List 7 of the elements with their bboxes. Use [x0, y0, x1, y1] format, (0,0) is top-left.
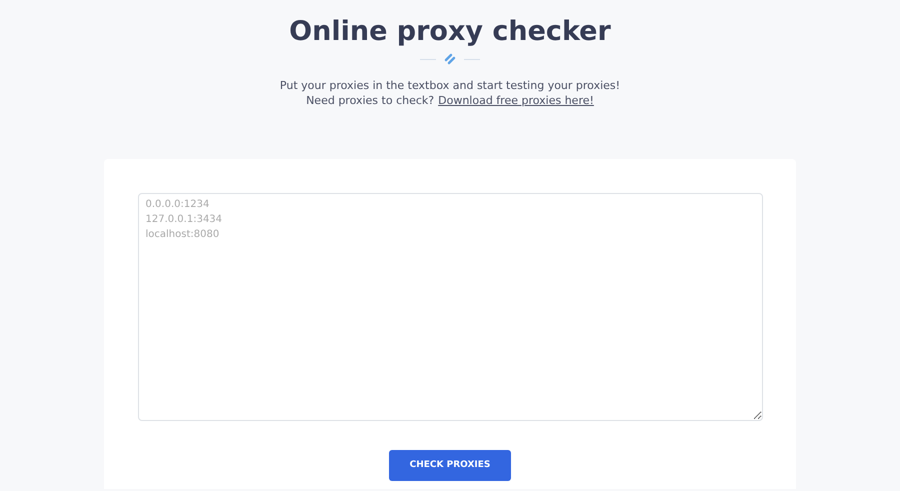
intro-text: Put your proxies in the textbox and start testing your proxies!	[280, 78, 620, 93]
proxy-textbox[interactable]: 0.0.0.0:1234 127.0.0.1:3434 localhost:8080	[138, 193, 762, 421]
prompt-text: Need proxies to check?	[306, 93, 434, 108]
download-link[interactable]: Download free proxies here!	[438, 93, 594, 108]
page-title: Online proxy checker	[289, 15, 611, 49]
check-proxies-button[interactable]: CHECK PROXIES	[389, 450, 511, 481]
slash-icon	[444, 53, 456, 65]
